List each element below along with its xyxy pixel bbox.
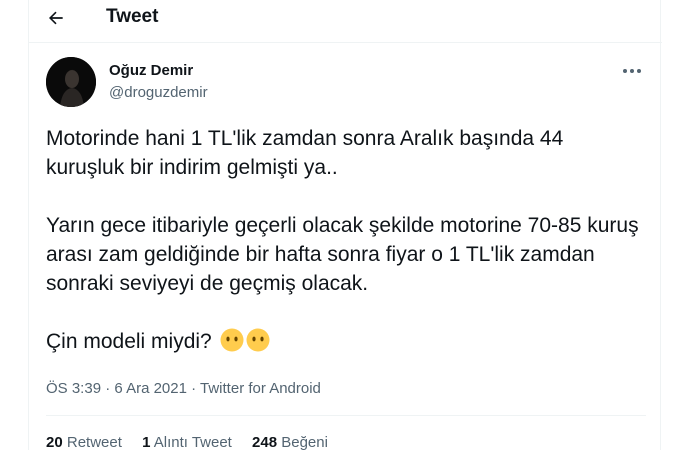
tweet-source[interactable]: Twitter for Android	[200, 380, 321, 397]
tweet-paragraph-2: Yarın gece itibariyle geçerli olacak şek…	[46, 214, 639, 295]
quotes-count: 1	[142, 434, 151, 451]
back-button[interactable]	[39, 4, 73, 32]
tweet-detail-column: Tweet Oğuz Demir @droguzdemir Motorinde …	[28, 0, 662, 451]
tweet-stats: 20 Retweet 1 Alıntı Tweet 248 Beğeni	[46, 434, 344, 451]
more-button[interactable]	[620, 61, 644, 81]
author-name[interactable]: Oğuz Demir	[109, 62, 193, 79]
retweets-stat[interactable]: 20 Retweet	[46, 434, 122, 451]
tweet-meta: ÖS 3:39 · 6 Ara 2021 · Twitter for Andro…	[46, 380, 321, 397]
tweet-time[interactable]: ÖS 3:39	[46, 380, 101, 397]
avatar[interactable]	[46, 57, 96, 107]
meta-divider	[46, 415, 646, 416]
face-without-mouth-icon	[220, 328, 244, 360]
page-title: Tweet	[106, 6, 159, 27]
quotes-label: Alıntı Tweet	[153, 434, 232, 451]
arrow-left-icon	[49, 11, 63, 25]
likes-stat[interactable]: 248 Beğeni	[252, 434, 328, 451]
meta-separator: ·	[186, 380, 201, 397]
more-horizontal-icon	[623, 69, 641, 73]
retweets-label: Retweet	[66, 434, 122, 451]
likes-label: Beğeni	[281, 434, 328, 451]
quotes-stat[interactable]: 1 Alıntı Tweet	[142, 434, 232, 451]
avatar-image	[46, 57, 96, 107]
meta-separator: ·	[101, 380, 115, 397]
tweet-date[interactable]: 6 Ara 2021	[114, 380, 187, 397]
author-handle[interactable]: @droguzdemir	[109, 84, 208, 101]
top-bar: Tweet	[29, 0, 662, 40]
tweet-paragraph-1: Motorinde hani 1 TL'lik zamdan sonra Ara…	[46, 127, 564, 179]
retweets-count: 20	[46, 434, 63, 451]
tweet-paragraph-3: Çin modeli miydi?	[46, 327, 646, 360]
face-without-mouth-icon	[246, 328, 270, 360]
likes-count: 248	[252, 434, 278, 451]
header-divider	[29, 42, 662, 43]
tweet-paragraph-3-text: Çin modeli miydi?	[46, 330, 212, 353]
tweet-text: Motorinde hani 1 TL'lik zamdan sonra Ara…	[46, 124, 646, 360]
